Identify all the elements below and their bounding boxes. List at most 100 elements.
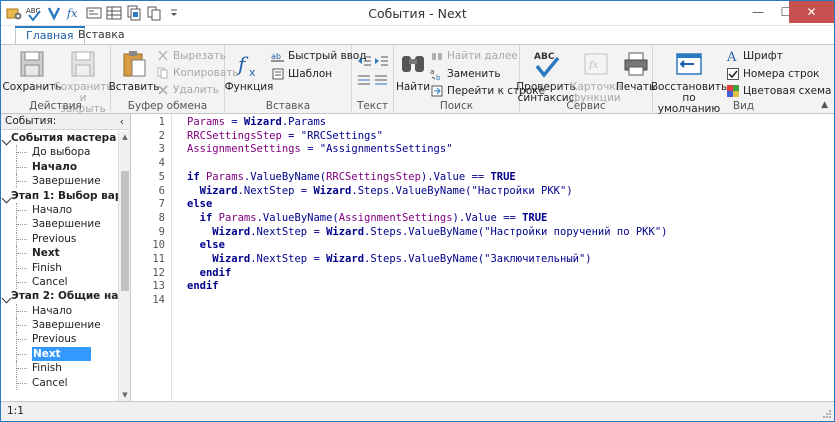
print-button[interactable]: Печать <box>616 48 655 93</box>
tree-item[interactable]: Next <box>1 346 118 361</box>
check-syntax-button[interactable]: ABC Проверить синтаксис <box>516 48 575 104</box>
line-numbers-label: Номера строк <box>743 68 820 80</box>
svg-text:fx: fx <box>588 60 599 71</box>
minimize-button[interactable]: — <box>743 1 773 23</box>
find-next-button[interactable]: Найти далее <box>430 48 518 64</box>
code-editor[interactable]: 1 2 3 4 5 6 7 8 9 10 11 12 13 14 Params = Wizard.Para… <box>132 114 834 401</box>
indent-right-button[interactable] <box>374 53 388 69</box>
svg-text:ab: ab <box>271 52 281 61</box>
uncomment-button[interactable] <box>374 72 388 88</box>
tree-connector <box>16 332 27 347</box>
code-line[interactable]: RRCSettingsStep = "RRCSettings" <box>187 130 383 142</box>
code-token: "Заключительный" <box>484 253 586 265</box>
code-line[interactable]: Wizard.NextStep = Wizard.Steps.ValueByNa… <box>187 253 591 265</box>
scroll-down-arrow-icon[interactable]: ▼ <box>119 389 131 401</box>
tree-item[interactable]: До выбора <box>1 145 118 160</box>
code-token: Wizard <box>326 253 365 265</box>
code-line[interactable]: Wizard.NextStep = Wizard.Steps.ValueByNa… <box>187 185 573 197</box>
copy-icon <box>156 66 170 80</box>
close-button[interactable]: ✕ <box>789 1 834 23</box>
cut-button[interactable]: Вырезать <box>156 48 226 64</box>
tree-item[interactable]: Начало <box>1 303 118 318</box>
group-actions-label: Действия <box>29 100 82 112</box>
chevron-left-icon[interactable]: ‹ <box>120 114 124 129</box>
template-button[interactable]: Шаблон <box>271 66 332 82</box>
code-line[interactable]: AssignmentSettings = "AssignmentsSetting… <box>187 143 453 155</box>
line-number: 13 <box>152 280 165 293</box>
abc-text: ABC <box>534 52 555 62</box>
tree-item[interactable]: Previous <box>1 231 118 246</box>
tree-item[interactable]: Завершение <box>1 217 118 232</box>
line-number: 8 <box>158 211 165 224</box>
tree-item[interactable]: Cancel <box>1 375 118 390</box>
tab-insert[interactable]: Вставка <box>68 26 135 45</box>
function-card-button[interactable]: fx Карточка функции <box>570 48 622 104</box>
tree-item-label: События мастера <box>11 132 117 144</box>
code-token: RRCSettingsStep <box>326 170 421 183</box>
code-token: ).Value == <box>420 170 491 183</box>
color-scheme-button[interactable]: Цветовая схема ▼ <box>726 83 835 99</box>
save-button[interactable]: Сохранить <box>2 48 62 93</box>
tree-item-label: До выбора <box>32 146 91 159</box>
title-bar: ABC fx События - Next — ☐ ✕ <box>1 1 834 26</box>
indent-left-button[interactable] <box>357 53 371 69</box>
color-scheme-icon <box>726 84 740 98</box>
code-line[interactable]: else <box>187 198 212 210</box>
tree-item-label: Завершение <box>32 218 101 231</box>
delete-button[interactable]: Удалить <box>156 82 219 98</box>
scroll-thumb[interactable] <box>121 171 129 291</box>
code-line[interactable]: Wizard.NextStep = Wizard.Steps.ValueByNa… <box>187 226 667 238</box>
tree-item[interactable]: Previous <box>1 332 118 347</box>
scroll-up-arrow-icon[interactable]: ▲ <box>119 131 131 143</box>
code-line[interactable]: Params = Wizard.Params <box>187 116 326 128</box>
ribbon-collapse-icon[interactable]: ▲ <box>821 100 828 110</box>
font-button[interactable]: A Шрифт <box>726 48 783 64</box>
tree-item[interactable]: Next <box>1 246 118 261</box>
tree-item[interactable]: Завершение <box>1 174 118 189</box>
replace-button[interactable]: ab Заменить <box>430 66 501 82</box>
code-line[interactable]: endif <box>187 280 219 292</box>
tree-connector <box>16 260 27 275</box>
code-token: endif <box>199 266 232 279</box>
code-token: .Steps.ValueByName( <box>364 225 485 238</box>
code-token: if <box>199 211 219 224</box>
line-numbers-toggle[interactable]: Номера строк <box>726 66 819 82</box>
scissors-icon <box>156 49 170 63</box>
code-line[interactable]: if Params.ValueByName(AssignmentSettings… <box>187 211 548 224</box>
tree-item[interactable]: Завершение <box>1 318 118 333</box>
code-token: .Params <box>281 116 327 128</box>
code-token: Params <box>205 170 244 183</box>
paste-button[interactable]: Вставить <box>109 48 159 93</box>
tree-group[interactable]: Этап 1: Выбор варианта <box>1 189 118 203</box>
code-line[interactable]: if Params.ValueByName(RRCSettingsStep).V… <box>187 171 516 183</box>
events-scrollbar[interactable]: ▲ ▼ <box>118 131 130 401</box>
tree-group[interactable]: Этап 2: Общие настройки <box>1 289 118 303</box>
checkbox-checked-icon[interactable] <box>726 67 740 81</box>
tree-item-label: Этап 2: Общие настройки <box>11 290 118 303</box>
comment-button[interactable] <box>357 72 371 88</box>
resize-grip-icon[interactable] <box>822 409 832 419</box>
tree-item[interactable]: Начало <box>1 202 118 217</box>
code-token: else <box>199 239 225 252</box>
function-button[interactable]: fx Функция <box>225 48 274 93</box>
tree-connector <box>16 318 27 333</box>
tree-item[interactable]: Finish <box>1 361 118 376</box>
code-token: .ValueByName( <box>256 211 339 224</box>
code-token: Wizard <box>212 225 251 238</box>
code-token: "RRCSettings" <box>300 129 383 142</box>
tree-item[interactable]: Finish <box>1 260 118 275</box>
find-button[interactable]: Найти <box>396 48 430 93</box>
indent-right-icon <box>374 54 388 68</box>
tree-item[interactable]: Начало <box>1 159 118 174</box>
line-number: 5 <box>158 170 165 183</box>
code-line[interactable]: endif <box>187 266 232 279</box>
tree-group[interactable]: События мастера <box>1 131 118 145</box>
tree-item-label: Завершение <box>32 175 101 188</box>
code-line[interactable]: else <box>187 239 225 251</box>
tree-item[interactable]: Cancel <box>1 274 118 289</box>
code-token: ) <box>661 225 668 238</box>
